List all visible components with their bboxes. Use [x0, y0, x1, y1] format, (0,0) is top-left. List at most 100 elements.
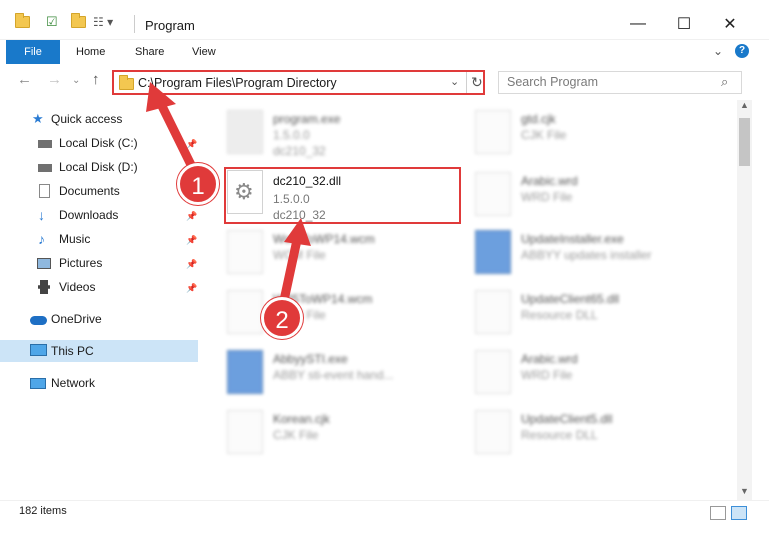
- file-item[interactable]: Korean.cjk CJK File: [205, 404, 445, 462]
- file-item[interactable]: gtd.cjk CJK File: [453, 104, 693, 162]
- exe-icon: [227, 350, 263, 394]
- tab-view[interactable]: View: [180, 40, 228, 64]
- tab-share[interactable]: Share: [123, 40, 176, 64]
- file-icon: [227, 290, 263, 334]
- sidebar-item-label: Quick access: [51, 112, 123, 126]
- window-title: Program: [145, 18, 195, 33]
- sidebar-item-label: This PC: [51, 344, 94, 358]
- minimize-button[interactable]: —: [615, 10, 661, 38]
- sidebar-item-documents[interactable]: Documents 📌: [0, 180, 198, 202]
- file-type: CJK File: [273, 428, 319, 442]
- address-bar[interactable]: C:\Program Files\Program Directory ⌄ ↻: [112, 70, 485, 95]
- file-item[interactable]: program.exe 1.5.0.0 dc210_32: [205, 104, 445, 162]
- forward-icon[interactable]: →: [47, 71, 62, 88]
- tab-file[interactable]: File: [6, 40, 60, 64]
- scroll-up-icon[interactable]: ▲: [740, 100, 749, 110]
- refresh-icon[interactable]: ↻: [471, 74, 483, 91]
- search-icon: ⌕: [721, 74, 729, 89]
- film-icon: [38, 280, 50, 294]
- scroll-down-icon[interactable]: ▼: [740, 486, 749, 496]
- address-row: ← → ⌄ ↑ C:\Program Files\Program Directo…: [0, 66, 769, 100]
- file-name: Arabic.wrd: [521, 174, 578, 188]
- file-type: CJK File: [521, 128, 567, 142]
- customize-quick-access-icon[interactable]: ☷ ▾: [93, 13, 113, 31]
- file-name: gtd.cjk: [521, 112, 556, 126]
- cloud-icon: [30, 316, 47, 325]
- file-item[interactable]: Arabic.wrd WRD File: [453, 344, 693, 402]
- scroll-thumb[interactable]: [739, 118, 750, 166]
- maximize-button[interactable]: ☐: [661, 10, 707, 38]
- exe-icon: [227, 110, 263, 154]
- sidebar-item-downloads[interactable]: ↓ Downloads 📌: [0, 204, 198, 226]
- file-item[interactable]: UpdateInstaller.exe ABBYY updates instal…: [453, 224, 693, 282]
- document-icon: [39, 184, 50, 198]
- sidebar-item-label: Music: [59, 232, 91, 246]
- expand-ribbon-icon[interactable]: ⌄: [713, 44, 723, 58]
- sidebar-item-label: Local Disk (C:): [59, 136, 138, 150]
- file-type: Resource DLL: [521, 308, 598, 322]
- star-icon: ★: [32, 111, 44, 126]
- sidebar-item-onedrive[interactable]: OneDrive: [0, 308, 198, 330]
- sidebar-item-local-disk-d[interactable]: Local Disk (D:): [0, 156, 198, 178]
- step-badge-1: 1: [177, 163, 219, 205]
- highlight-box-dll: [224, 167, 461, 224]
- sidebar-item-label: Local Disk (D:): [59, 160, 138, 174]
- file-item[interactable]: Arabic.wrd WRD File: [453, 166, 693, 224]
- pin-icon: 📌: [186, 211, 198, 221]
- pin-icon: 📌: [186, 235, 198, 245]
- status-bar: 182 items: [0, 500, 769, 535]
- folder-icon: [15, 13, 30, 31]
- file-type: WRD File: [521, 190, 573, 204]
- sidebar-item-quick-access[interactable]: ★ Quick access: [0, 108, 198, 130]
- sidebar-item-music[interactable]: ♪ Music 📌: [0, 228, 198, 250]
- sidebar-item-pictures[interactable]: Pictures 📌: [0, 252, 198, 274]
- file-icon: [475, 110, 511, 154]
- file-description: ABBYY updates installer: [521, 248, 652, 262]
- vertical-scrollbar[interactable]: ▲ ▼: [737, 100, 752, 500]
- file-item[interactable]: UpdateClient5.dll Resource DLL: [453, 404, 693, 462]
- file-name: AbbyySTI.exe: [273, 352, 348, 366]
- sidebar-item-videos[interactable]: Videos 📌: [0, 276, 198, 298]
- search-input[interactable]: Search Program: [498, 71, 742, 94]
- close-button[interactable]: ✕: [707, 10, 753, 38]
- file-name: Arabic.wrd: [521, 352, 578, 366]
- address-divider: [466, 72, 467, 93]
- address-dropdown-icon[interactable]: ⌄: [450, 75, 459, 88]
- file-type: WRD File: [521, 368, 573, 382]
- properties-icon[interactable]: ☑: [46, 13, 58, 31]
- pin-icon: 📌: [186, 259, 198, 269]
- file-icon: [475, 350, 511, 394]
- drive-icon: [38, 164, 52, 172]
- back-icon[interactable]: ←: [17, 71, 32, 88]
- sidebar-item-label: Videos: [59, 280, 96, 294]
- up-icon[interactable]: ↑: [92, 71, 100, 88]
- sidebar-item-label: Documents: [59, 184, 120, 198]
- file-icon: [227, 410, 263, 454]
- sidebar-item-network[interactable]: Network: [0, 372, 198, 394]
- file-item[interactable]: WP5ToWP14.wcm WCM File: [205, 284, 445, 342]
- file-name: UpdateInstaller.exe: [521, 232, 624, 246]
- recent-locations-icon[interactable]: ⌄: [72, 75, 80, 86]
- sidebar-item-local-disk-c[interactable]: Local Disk (C:) 📌: [0, 132, 198, 154]
- sidebar-item-label: OneDrive: [51, 312, 102, 326]
- file-icon: [475, 172, 511, 216]
- file-version: 1.5.0.0: [273, 128, 310, 142]
- large-icons-view-icon[interactable]: [731, 506, 747, 520]
- file-item[interactable]: AbbyySTI.exe ABBY sti-event hand...: [205, 344, 445, 402]
- details-view-icon[interactable]: [710, 506, 726, 520]
- tab-home[interactable]: Home: [64, 40, 117, 64]
- file-description: dc210_32: [273, 144, 326, 158]
- gear-icon: [475, 410, 511, 454]
- new-folder-icon[interactable]: [71, 13, 86, 31]
- sidebar-item-label: Pictures: [59, 256, 103, 270]
- help-icon[interactable]: ?: [735, 44, 749, 58]
- file-name: WordToWP14.wcm: [273, 232, 375, 246]
- file-item[interactable]: WordToWP14.wcm WCM File: [205, 224, 445, 282]
- sidebar-item-this-pc[interactable]: This PC: [0, 340, 198, 362]
- gear-icon: [475, 290, 511, 334]
- file-item[interactable]: UpdateClient65.dll Resource DLL: [453, 284, 693, 342]
- drive-icon: [38, 140, 52, 148]
- title-bar: ☑ ☷ ▾ Program — ☐ ✕: [0, 0, 769, 40]
- pin-icon: 📌: [186, 283, 198, 293]
- file-name: UpdateClient5.dll: [521, 412, 613, 426]
